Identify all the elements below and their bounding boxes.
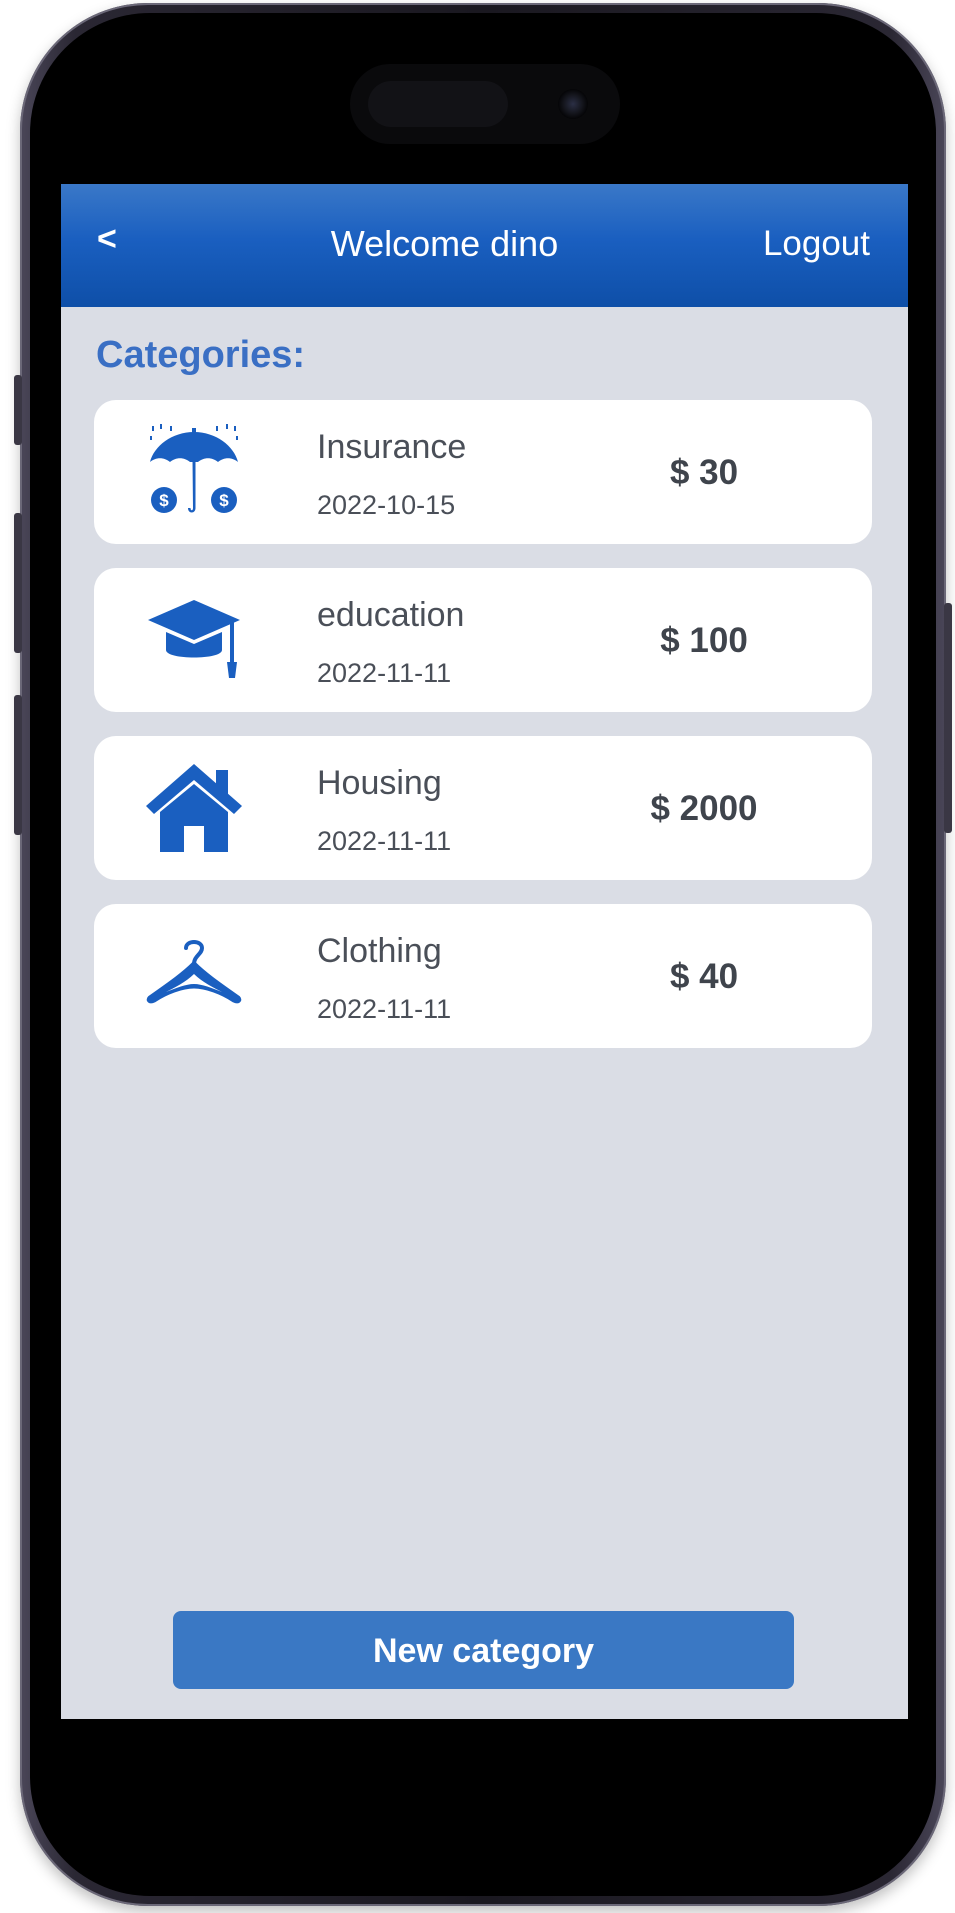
category-amount: $ 100 [660, 621, 748, 660]
svg-text:$: $ [219, 491, 229, 510]
category-name: Insurance [317, 428, 467, 466]
dynamic-island [350, 64, 620, 144]
hanger-icon [146, 928, 242, 1024]
volume-up-button [14, 513, 22, 653]
category-list: $ $ Insurance 2022-10-15 $ 30 education … [94, 400, 872, 1072]
category-amount: $ 40 [669, 957, 739, 996]
app-screen: < Welcome dino Logout Categories: $ $ In… [61, 184, 908, 1719]
volume-down-button [14, 695, 22, 835]
category-card-insurance[interactable]: $ $ Insurance 2022-10-15 $ 30 [94, 400, 872, 544]
category-card-education[interactable]: education 2022-11-11 $ 100 [94, 568, 872, 712]
category-date: 2022-10-15 [317, 490, 456, 520]
category-date: 2022-11-11 [317, 826, 452, 856]
category-date: 2022-11-11 [317, 994, 452, 1024]
power-button [944, 603, 952, 833]
categories-heading: Categories: [96, 334, 306, 376]
category-card-clothing[interactable]: Clothing 2022-11-11 $ 40 [94, 904, 872, 1048]
category-name: Clothing [317, 932, 442, 970]
category-name: education [317, 596, 465, 634]
front-camera [558, 89, 588, 119]
umbrella-money-icon: $ $ [146, 424, 242, 520]
category-amount: $ 2000 [650, 789, 758, 828]
house-icon [146, 760, 242, 856]
category-name: Housing [317, 764, 442, 802]
category-amount: $ 30 [669, 453, 739, 492]
logout-button[interactable]: Logout [763, 226, 870, 261]
mute-switch [14, 375, 22, 445]
app-header: < Welcome dino Logout [61, 184, 908, 307]
svg-text:$: $ [159, 491, 169, 510]
island-sensor [368, 81, 508, 127]
category-date: 2022-11-11 [317, 658, 452, 688]
graduation-cap-icon [146, 592, 242, 688]
category-card-housing[interactable]: Housing 2022-11-11 $ 2000 [94, 736, 872, 880]
new-category-button[interactable]: New category [173, 1611, 794, 1689]
